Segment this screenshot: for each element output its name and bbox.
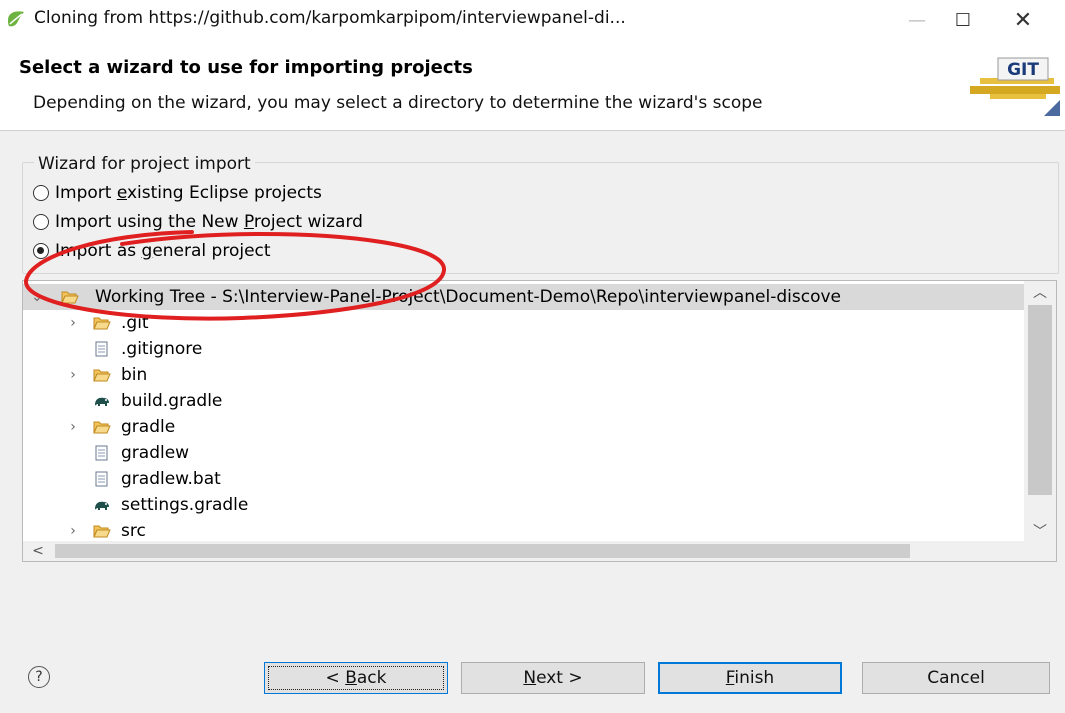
- radio-import-existing[interactable]: Import existing Eclipse projects: [33, 181, 322, 205]
- tree-item[interactable]: › .git: [23, 310, 1024, 336]
- gradle-elephant-icon: [95, 501, 109, 510]
- open-folder-icon: [61, 291, 79, 304]
- text-file-icon: [95, 471, 108, 487]
- tree-item-label: settings.gradle: [121, 495, 249, 515]
- next-button[interactable]: Next >: [461, 662, 645, 694]
- git-logo-text: GIT: [1007, 60, 1039, 80]
- open-folder-icon: [93, 317, 111, 330]
- radio-button[interactable]: [33, 185, 49, 201]
- tree-item-label: .git: [121, 313, 149, 333]
- tree-item[interactable]: › gradle: [23, 414, 1024, 440]
- tree-item[interactable]: .gitignore: [23, 336, 1024, 362]
- help-icon[interactable]: ?: [28, 666, 50, 688]
- radio-label: Import existing Eclipse projects: [55, 183, 322, 203]
- gradle-elephant-icon: [95, 397, 109, 406]
- text-file-icon: [95, 445, 108, 461]
- wizard-group-label: Wizard for project import: [34, 154, 255, 174]
- chevron-right-icon[interactable]: ›: [67, 523, 79, 539]
- tree-item[interactable]: › bin: [23, 362, 1024, 388]
- focus-ring: [268, 666, 444, 690]
- radio-label: Import as general project: [55, 241, 271, 261]
- tree-item-label: gradlew.bat: [121, 469, 221, 489]
- vertical-scrollbar[interactable]: ︿ ﹀: [1024, 281, 1056, 542]
- next-button-label: Next >: [523, 668, 583, 688]
- open-folder-icon: [93, 421, 111, 434]
- tree-root-row[interactable]: ⌄ Working Tree - S:\Interview-Panel-Proj…: [23, 284, 1024, 310]
- title-bar: Cloning from https://github.com/karpomka…: [0, 0, 1065, 40]
- tree-item-label: gradlew: [121, 443, 190, 463]
- tree-root-label: Working Tree - S:\Interview-Panel-Projec…: [95, 287, 841, 307]
- radio-button[interactable]: [33, 214, 49, 230]
- open-folder-icon: [93, 525, 111, 538]
- eclipse-spring-icon: [8, 11, 24, 27]
- text-file-icon: [95, 341, 108, 357]
- horizontal-scrollbar[interactable]: < >: [23, 541, 1047, 561]
- chevron-right-icon[interactable]: ›: [67, 367, 79, 383]
- radio-import-new-project-wizard[interactable]: Import using the New Project wizard: [33, 210, 363, 234]
- close-button[interactable]: ✕: [996, 0, 1050, 40]
- tree-item[interactable]: gradlew.bat: [23, 466, 1024, 492]
- finish-button[interactable]: Finish: [658, 662, 842, 694]
- back-button[interactable]: < Back: [264, 662, 448, 694]
- tree-item-label: gradle: [121, 417, 176, 437]
- page-title: Select a wizard to use for importing pro…: [19, 57, 473, 78]
- maximize-button[interactable]: ☐: [936, 0, 990, 40]
- chevron-right-icon[interactable]: ›: [67, 315, 79, 331]
- wizard-header: Select a wizard to use for importing pro…: [0, 40, 1065, 130]
- radio-label: Import using the New Project wizard: [55, 212, 363, 232]
- scroll-left-icon[interactable]: <: [23, 541, 53, 561]
- open-folder-icon: [93, 369, 111, 382]
- scrollbar-corner: [1024, 541, 1056, 561]
- project-tree[interactable]: ⌄ Working Tree - S:\Interview-Panel-Proj…: [22, 280, 1057, 562]
- horizontal-scroll-thumb[interactable]: [55, 544, 910, 558]
- chevron-down-icon[interactable]: ⌄: [31, 289, 43, 305]
- window-title: Cloning from https://github.com/karpomka…: [34, 8, 626, 28]
- tree-item-label: bin: [121, 365, 148, 385]
- tree-item-label: build.gradle: [121, 391, 223, 411]
- tree-item[interactable]: gradlew: [23, 440, 1024, 466]
- tree-item[interactable]: settings.gradle: [23, 492, 1024, 518]
- radio-button-selected[interactable]: [33, 243, 49, 259]
- scroll-down-icon[interactable]: ﹀: [1024, 520, 1056, 542]
- tree-item-label: .gitignore: [121, 339, 203, 359]
- tree-item-label: src: [121, 521, 146, 541]
- chevron-right-icon[interactable]: ›: [67, 419, 79, 435]
- page-description: Depending on the wizard, you may select …: [33, 93, 763, 113]
- vertical-scroll-thumb[interactable]: [1028, 305, 1052, 495]
- tree-item[interactable]: build.gradle: [23, 388, 1024, 414]
- git-logo-icon: GIT: [970, 57, 1060, 116]
- cancel-button[interactable]: Cancel: [862, 662, 1050, 694]
- tree-item[interactable]: › src: [23, 518, 1024, 542]
- radio-import-general-project[interactable]: Import as general project: [33, 239, 271, 263]
- tree-viewport: ⌄ Working Tree - S:\Interview-Panel-Proj…: [23, 281, 1024, 542]
- finish-button-label: Finish: [725, 668, 775, 688]
- scroll-up-icon[interactable]: ︿: [1024, 281, 1056, 303]
